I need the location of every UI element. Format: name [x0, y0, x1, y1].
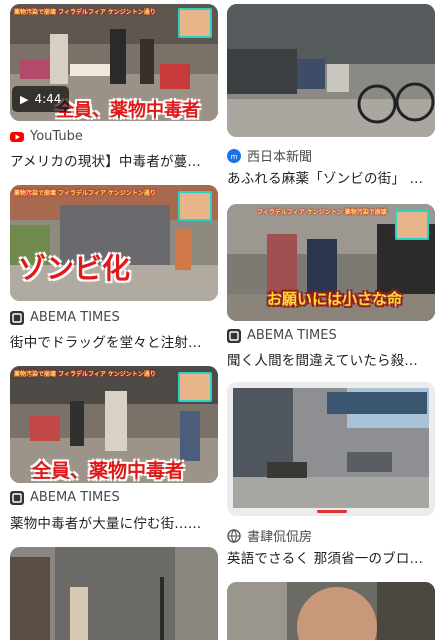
result-thumbnail[interactable] [227, 4, 435, 137]
thumbnail-banner: フィラデルフィア ケンジントン 薬物汚染で崩壊 [257, 209, 387, 216]
face-inset [178, 191, 212, 221]
svg-text:m: m [231, 153, 238, 161]
result-title[interactable]: 聞く人間を間違えていたら殺... [227, 349, 437, 369]
result-source[interactable]: YouTube [10, 129, 83, 144]
result-title[interactable]: 薬物中毒者が大量に佇む街...... [10, 512, 220, 532]
result-thumbnail[interactable] [227, 382, 435, 516]
result-thumbnail[interactable] [227, 582, 435, 640]
street-scene-image [227, 382, 435, 516]
result-source[interactable]: ABEMA TIMES [10, 490, 120, 505]
thumbnail-banner: 薬物汚染で崩壊 フィラデルフィア ケンジントン通り [14, 190, 156, 197]
result-thumbnail[interactable]: 薬物汚染で崩壊 フィラデルフィア ケンジントン通り ゾンビ化 [10, 185, 218, 301]
thumbnail-banner: 薬物汚染で崩壊 フィラデルフィア ケンジントン通り [14, 371, 156, 378]
face-inset [395, 210, 429, 240]
result-source[interactable]: 書肆侃侃房 [227, 526, 312, 545]
portrait-image [227, 582, 435, 640]
video-duration-badge: ▶ 4:44 [12, 86, 70, 112]
face-inset [178, 372, 212, 402]
source-name: ABEMA TIMES [247, 328, 337, 343]
thumbnail-caption: ゾンビ化 [18, 252, 131, 285]
result-source[interactable]: ABEMA TIMES [10, 310, 120, 325]
abema-icon [10, 490, 24, 505]
source-name: 書肆侃侃房 [247, 530, 313, 545]
result-thumbnail[interactable]: フィラデルフィア ケンジントン 薬物汚染で崩壊 お願いには小さな命 [227, 204, 435, 321]
thumbnail-banner: 薬物汚染で崩壊 フィラデルフィア ケンジントン通り [14, 9, 156, 16]
video-duration: 4:44 [34, 92, 62, 106]
source-name: ABEMA TIMES [30, 490, 120, 505]
result-thumbnail[interactable] [10, 547, 218, 640]
thumbnail-caption: 全員、薬物中毒者 [56, 100, 200, 121]
street-scene-image [227, 4, 435, 137]
street-scene-image [10, 547, 218, 640]
thumbnail-caption: お願いには小さな命 [267, 290, 403, 308]
source-name: 西日本新聞 [247, 150, 313, 165]
abema-icon [10, 310, 24, 325]
result-source[interactable]: m 西日本新聞 [227, 146, 312, 165]
source-name: YouTube [30, 129, 83, 144]
result-thumbnail[interactable]: 薬物汚染で崩壊 フィラデルフィア ケンジントン通り 全員、薬物中毒者 [10, 366, 218, 483]
thumbnail-caption: 全員、薬物中毒者 [32, 460, 185, 482]
globe-icon [227, 528, 241, 543]
result-title[interactable]: 英語でさるく 那須省一のブロ... [227, 547, 437, 567]
result-title[interactable]: 街中でドラッグを堂々と注射... [10, 331, 220, 351]
source-name: ABEMA TIMES [30, 310, 120, 325]
result-title[interactable]: あふれる麻薬「ゾンビの街」 ... [227, 167, 437, 187]
youtube-icon [10, 130, 24, 144]
result-source[interactable]: ABEMA TIMES [227, 328, 337, 343]
face-inset [178, 8, 212, 38]
play-icon: ▶ [20, 92, 29, 106]
news-icon: m [227, 148, 241, 163]
result-title[interactable]: アメリカの現状】中毒者が蔓... [10, 150, 220, 170]
abema-icon [227, 328, 241, 343]
image-progress-bar [317, 510, 347, 513]
